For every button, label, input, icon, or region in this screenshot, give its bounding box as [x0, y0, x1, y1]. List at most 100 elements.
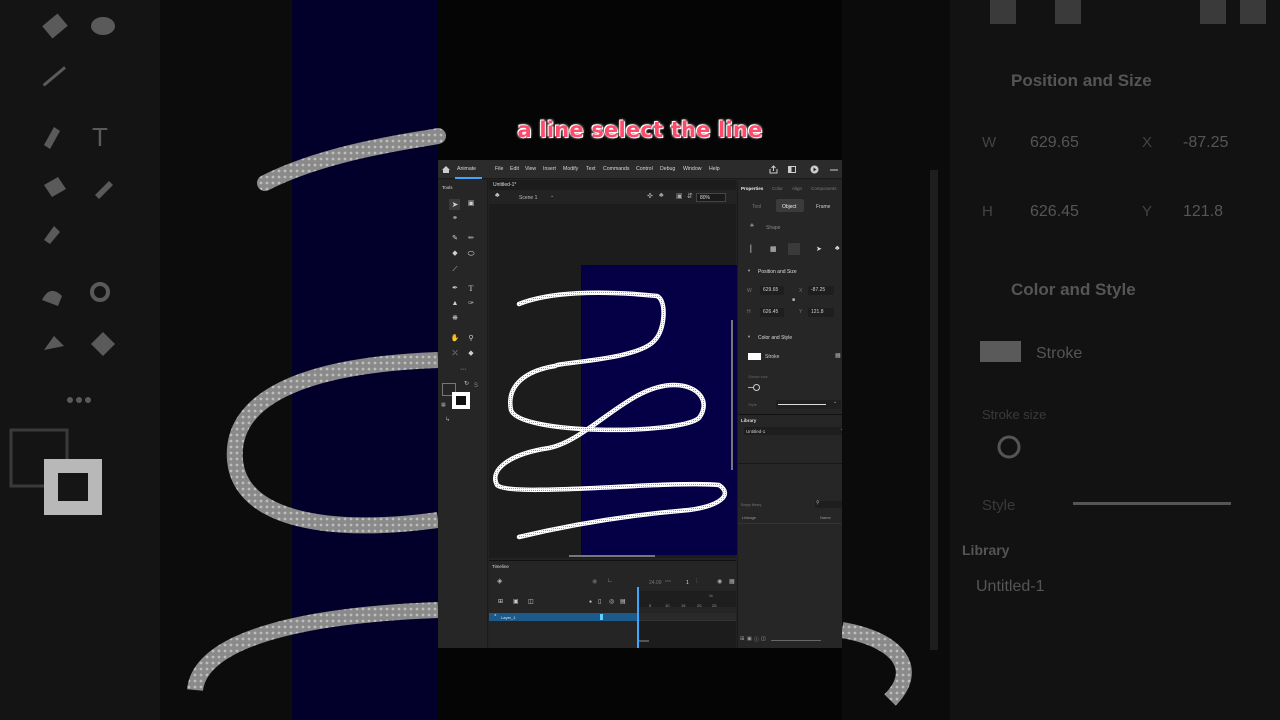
stroke-style-select[interactable]: ⌄ [776, 399, 841, 409]
selection-tool-icon[interactable]: ➤ [449, 200, 461, 210]
paint-bucket-tool-icon[interactable]: ▲ [449, 299, 461, 309]
hand-tool-icon[interactable]: ✋ [449, 334, 461, 344]
brush-tool-icon[interactable]: ✎ [449, 234, 461, 244]
fill-color-swatch[interactable] [452, 392, 470, 409]
stage-vertical-scrollbar[interactable] [731, 320, 733, 470]
pin-tool-icon[interactable]: ❋ [449, 314, 461, 324]
graph-icon[interactable]: ∟ [607, 578, 613, 584]
play-controls-icon[interactable]: ▦ [729, 578, 735, 585]
pen-tool-icon[interactable]: ✒ [449, 284, 461, 294]
subtab-frame[interactable]: Frame [816, 204, 830, 210]
oval-tool-icon[interactable]: ⬭ [465, 249, 477, 259]
subselection-tool-icon[interactable]: ▣ [465, 199, 477, 209]
layer-row-layer-1[interactable]: Layer_1 ‣ [489, 613, 637, 621]
eyedropper-tool-icon[interactable]: ✑ [465, 299, 477, 309]
menu-debug[interactable]: Debug [660, 166, 675, 172]
current-frame[interactable]: 1 [686, 580, 689, 586]
stage-horizontal-scrollbar[interactable] [569, 555, 655, 557]
play-test-icon[interactable] [810, 165, 819, 174]
tab-align[interactable]: Align [792, 186, 802, 191]
layer-depth-icon[interactable]: ◈ [497, 577, 502, 585]
position-size-collapse-icon[interactable]: ▼ [747, 268, 751, 273]
lock-icon[interactable]: ▤ [620, 598, 626, 605]
eraser-tool-icon[interactable]: ◆ [449, 249, 461, 259]
tab-properties[interactable]: Properties [741, 186, 763, 191]
align-left-edge-icon[interactable]: ⎜ [750, 245, 754, 253]
width-field[interactable]: 629.65 [760, 286, 784, 295]
menu-edit[interactable]: Edit [510, 166, 519, 172]
app-switcher-label[interactable]: Animate [457, 166, 476, 172]
subtab-object[interactable]: Object [782, 204, 796, 210]
y-value: 121.8 [811, 309, 824, 315]
new-layer-icon[interactable]: ⊞ [498, 598, 503, 605]
delete-library-item-icon[interactable]: ◫ [761, 636, 766, 642]
svg-text:Library: Library [962, 542, 1010, 558]
x-field[interactable]: -87.25 [808, 286, 834, 295]
asset-warp-tool-icon[interactable]: ◆ [465, 349, 477, 359]
delete-layer-icon[interactable]: ◫ [528, 598, 534, 605]
video-caption: a line select the line [517, 118, 763, 142]
default-colors-icon[interactable]: ▦ [441, 402, 446, 408]
onion-skin-icon[interactable]: ◉ [592, 578, 597, 585]
stroke-swatch[interactable] [748, 353, 761, 360]
menu-modify[interactable]: Modify [563, 166, 578, 172]
tab-components[interactable]: Components [811, 186, 837, 191]
more-tools-icon[interactable]: ⋯ [457, 365, 469, 375]
svg-text:Untitled-1: Untitled-1 [976, 578, 1045, 595]
menu-commands[interactable]: Commands [603, 166, 630, 172]
highlight-layers-icon[interactable]: ● [589, 599, 592, 605]
swap-symbol-icon[interactable]: ➤ [816, 245, 822, 253]
constrain-lock-icon[interactable]: ■ [792, 297, 795, 303]
color-style-collapse-icon[interactable]: ▼ [747, 334, 751, 339]
library-thumb-size-slider[interactable] [771, 640, 821, 641]
share-icon[interactable] [769, 165, 778, 174]
home-icon[interactable] [442, 166, 450, 173]
stroke-size-thumb[interactable] [753, 384, 760, 391]
frame-step-icon[interactable]: ⋮ [694, 578, 699, 584]
line-tool-icon[interactable]: ⟋ [449, 265, 461, 275]
window-minimize-icon[interactable] [829, 165, 839, 174]
loop-icon[interactable]: ◉ [717, 578, 722, 585]
new-symbol-icon[interactable]: ⊞ [740, 636, 744, 642]
fps-value[interactable]: 24.00 [649, 580, 662, 586]
menu-help[interactable]: Help [709, 166, 720, 172]
position-size-header: Position and Size [758, 269, 797, 275]
text-tool-icon[interactable]: T [465, 284, 477, 294]
menu-file[interactable]: File [495, 166, 503, 172]
library-search-input[interactable]: ⚲ [815, 500, 842, 508]
distribute-icon[interactable]: ▦ [770, 245, 777, 253]
menu-view[interactable]: View [525, 166, 536, 172]
new-folder-icon[interactable]: ▣ [513, 598, 519, 605]
layer-frames-track[interactable] [639, 613, 736, 621]
selected-stroke-line[interactable] [489, 180, 736, 558]
frame-ruler[interactable] [637, 591, 736, 607]
menu-window[interactable]: Window [683, 166, 701, 172]
library-properties-icon[interactable]: ⓘ [754, 636, 759, 643]
snap-icon[interactable]: ↳ [445, 416, 450, 423]
library-preview-divider [738, 463, 842, 464]
menu-text[interactable]: Text [586, 166, 596, 172]
y-field[interactable]: 121.8 [808, 308, 834, 317]
menu-control[interactable]: Control [636, 166, 653, 172]
pencil-tool-icon[interactable]: ✏ [465, 234, 477, 244]
subtab-tool[interactable]: Tool [752, 204, 761, 210]
timeline-horizontal-scrollbar[interactable] [639, 640, 649, 642]
stroke-alpha-icon[interactable]: ▦ [835, 352, 841, 359]
swap-colors-icon[interactable]: ↻ [464, 380, 469, 387]
new-folder-library-icon[interactable]: ▣ [747, 636, 752, 642]
workspace-icon[interactable] [788, 165, 797, 174]
height-label: H [747, 309, 751, 315]
library-document-select[interactable]: Untitled-1 ⌄ [744, 426, 842, 435]
height-field[interactable]: 626.45 [760, 308, 784, 317]
visibility-icon[interactable]: ◎ [609, 598, 614, 605]
bone-tool-icon[interactable]: ⤫ [449, 349, 461, 359]
show-outline-icon[interactable]: ▯ [598, 598, 601, 605]
lasso-tool-icon[interactable]: ⚭ [449, 214, 461, 224]
layer-name[interactable]: Layer_1 [501, 615, 515, 620]
edit-multiple-icon[interactable]: ♣ [835, 245, 840, 252]
library-empty-text: Empty library [741, 503, 762, 507]
tab-color[interactable]: Color [772, 186, 783, 191]
menu-insert[interactable]: Insert [543, 166, 556, 172]
match-size-button[interactable] [788, 243, 800, 255]
zoom-tool-icon[interactable]: ⚲ [465, 334, 477, 344]
